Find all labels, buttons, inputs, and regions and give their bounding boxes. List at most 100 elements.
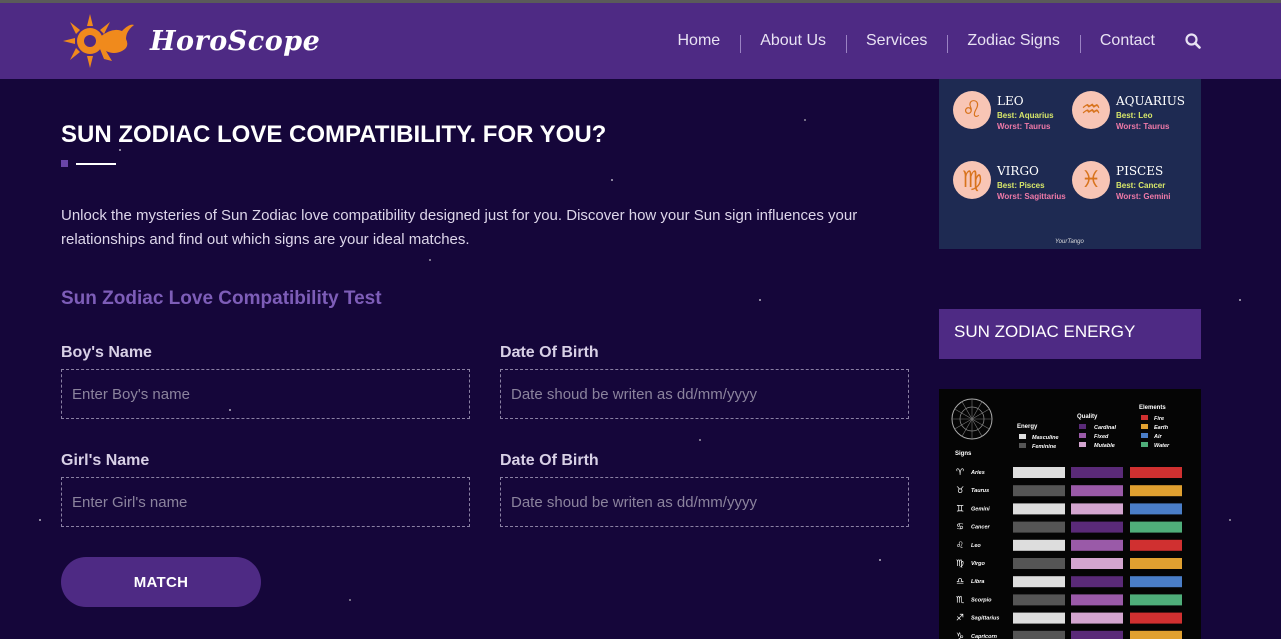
quality-bar [1071,503,1123,515]
sign-glyph-icon: ♊ [956,504,964,514]
aquarius-icon: ♒ [1072,91,1110,129]
girl-name-input[interactable] [61,477,470,527]
energy-bar [1013,594,1065,606]
sign-best: Best: Aquarius [997,111,1054,120]
compat-sign-virgo: ♍ VIRGO Best: Pisces Worst: Sagittarius [953,161,1066,201]
legend-element-item: Water [1154,443,1170,449]
energy-bar [1013,612,1065,624]
sign-glyph-icon: ♉ [956,486,964,496]
compat-sign-aquarius: ♒ AQUARIUS Best: Leo Worst: Taurus [1072,91,1185,131]
legend-quality-title: Quality [1077,414,1098,420]
sign-best: Best: Leo [1116,111,1153,120]
boy-name-input[interactable] [61,369,470,419]
element-bar [1130,539,1182,551]
sign-best: Best: Pisces [997,181,1045,190]
energy-bar [1013,503,1065,515]
element-bar [1130,576,1182,588]
legend-element-item: Air [1153,434,1163,440]
sign-glyph-icon: ♍ [956,559,964,569]
sign-worst: Worst: Sagittarius [997,192,1066,201]
sign-row-name: Sagittarius [971,616,999,622]
element-bar [1130,521,1182,533]
nav-services[interactable]: Services [846,32,947,53]
search-icon[interactable] [1185,33,1201,49]
quality-bar [1071,594,1123,606]
zodiac-energy-chart: Energy Masculine Feminine Quality Cardinal Fi… [939,389,1201,639]
girl-name-label: Girl's Name [61,452,150,469]
nav-about-us[interactable]: About Us [740,32,846,53]
capricorn-sun-logo-icon [63,14,134,68]
energy-section-title: SUN ZODIAC ENERGY [939,309,1201,359]
sign-row-name: Aries [970,470,985,476]
legend-swatch [1141,424,1148,429]
brand-logo[interactable]: HoroScope [60,11,320,71]
sign-glyph-icon: ♈ [956,468,965,478]
legend-elements-title: Elements [1139,405,1166,411]
sign-glyph-icon: ♐ [956,614,964,624]
sign-glyph-icon: ♑ [956,632,964,639]
legend-swatch [1079,433,1086,438]
nav-zodiac-signs[interactable]: Zodiac Signs [947,32,1080,53]
legend-swatch [1141,442,1148,447]
test-title: Sun Zodiac Love Compatibility Test [61,288,382,309]
legend-swatch [1079,424,1086,429]
legend-element-item: Earth [1154,425,1169,431]
girl-dob-label: Date Of Birth [500,452,599,469]
sign-row-name: Capricorn [971,634,998,639]
boy-name-label: Boy's Name [61,344,152,361]
compat-sign-pisces: ♓ PISCES Best: Cancer Worst: Gemini [1072,161,1171,201]
pisces-icon: ♓ [1072,161,1110,199]
brand-name: HoroScope [150,25,321,57]
main-nav: Home About Us Services Zodiac Signs Cont… [658,3,1202,79]
compat-sign-leo: ♌ LEO Best: Aquarius Worst: Taurus [953,91,1054,131]
sign-row-name: Virgo [971,561,985,567]
match-button[interactable]: MATCH [61,557,261,607]
boy-dob-label: Date Of Birth [500,344,599,361]
energy-bar [1013,539,1065,551]
sign-name: VIRGO [997,164,1039,178]
element-bar [1130,630,1182,639]
legend-swatch [1079,442,1086,447]
boy-dob-input[interactable] [500,369,909,419]
sign-glyph-icon: ♌ [956,541,964,551]
sign-name: AQUARIUS [1116,94,1186,108]
energy-bar [1013,630,1065,639]
sign-glyph-icon: ♎ [956,577,964,587]
energy-bar [1013,521,1065,533]
quality-bar [1071,558,1123,569]
nav-home[interactable]: Home [658,32,741,50]
zodiac-compatibility-image: ♌ LEO Best: Aquarius Worst: Taurus ♒ AQU… [939,79,1201,249]
sign-row-name: Scorpio [971,597,992,603]
page-title: SUN ZODIAC LOVE COMPATIBILITY. FOR YOU? [61,121,607,148]
energy-bar [1013,467,1065,478]
image-signature: YourTango [1055,239,1084,245]
sign-name: LEO [997,94,1024,108]
legend-swatch [1019,434,1026,439]
quality-bar [1071,485,1123,497]
energy-bar [1013,576,1065,588]
element-bar [1130,594,1182,606]
sign-row-name: Libra [971,579,984,585]
legend-swatch [1019,443,1026,448]
legend-swatch [1141,433,1148,438]
quality-bar [1071,467,1123,478]
nav-contact[interactable]: Contact [1079,32,1175,53]
quality-bar [1071,630,1123,639]
sign-row-name: Leo [971,543,981,549]
element-bar [1130,558,1182,569]
element-bar [1130,503,1182,515]
sign-row-name: Gemini [971,506,990,512]
virgo-icon: ♍ [953,161,991,199]
quality-bar [1071,576,1123,588]
sign-best: Best: Cancer [1116,181,1166,190]
quality-bar [1071,539,1123,551]
legend-energy-item: Feminine [1032,444,1056,450]
energy-chart-svg: Energy Masculine Feminine Quality Cardinal Fi… [951,398,1182,639]
legend-quality-item: Fixed [1094,434,1109,440]
leo-icon: ♌ [953,91,991,129]
element-bar [1130,485,1182,497]
signs-title: Signs [955,451,972,457]
girl-dob-input[interactable] [500,477,909,527]
energy-bar [1013,558,1065,569]
quality-bar [1071,521,1123,533]
